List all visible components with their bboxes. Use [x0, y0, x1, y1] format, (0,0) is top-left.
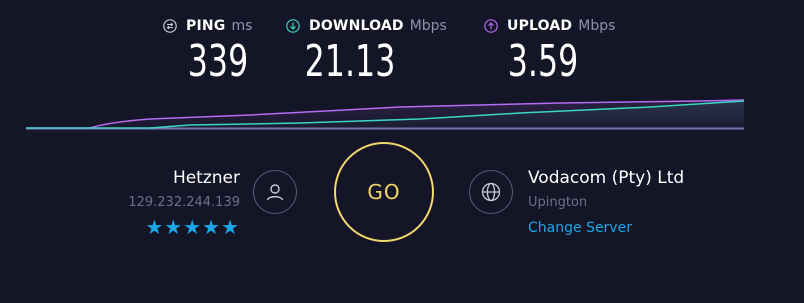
- ping-metric: PING ms 339: [163, 14, 273, 94]
- speedtest-panel: PING ms 339 DOWNLOAD Mbps 21.13 UPLOAD M…: [0, 0, 804, 303]
- upload-value: 3.59: [507, 36, 579, 87]
- download-value: 21.13: [304, 36, 396, 87]
- isp-name: Hetzner: [172, 168, 240, 188]
- user-icon: [253, 170, 297, 214]
- speed-graph: [26, 99, 745, 136]
- ping-icon: [163, 19, 177, 33]
- server-location: Upington: [528, 195, 588, 210]
- download-arrow-icon: [286, 19, 300, 33]
- isp-info: Hetzner 129.232.244.139 ★★★★★: [100, 166, 240, 238]
- upload-unit: Mbps: [578, 18, 616, 34]
- isp-rating-stars[interactable]: ★★★★★: [100, 216, 240, 238]
- ping-header: PING ms: [163, 14, 273, 38]
- upload-label: UPLOAD: [507, 18, 573, 34]
- upload-arrow-icon: [484, 19, 498, 33]
- upload-header: UPLOAD Mbps: [484, 14, 634, 38]
- ping-unit: ms: [231, 18, 253, 34]
- download-label: DOWNLOAD: [309, 18, 404, 34]
- upload-metric: UPLOAD Mbps 3.59: [484, 14, 634, 94]
- isp-ip-address: 129.232.244.139: [128, 195, 240, 210]
- ping-value: 339: [187, 36, 249, 87]
- download-header: DOWNLOAD Mbps: [286, 14, 456, 38]
- download-metric: DOWNLOAD Mbps 21.13: [286, 14, 456, 94]
- go-button[interactable]: GO: [334, 142, 434, 242]
- go-button-label: GO: [367, 180, 401, 204]
- server-name: Vodacom (Pty) Ltd: [528, 168, 685, 188]
- ping-label: PING: [186, 18, 226, 34]
- globe-icon: [469, 170, 513, 214]
- change-server-link[interactable]: Change Server: [528, 218, 748, 238]
- download-unit: Mbps: [409, 18, 447, 34]
- server-info: Vodacom (Pty) Ltd Upington Change Server: [528, 166, 748, 238]
